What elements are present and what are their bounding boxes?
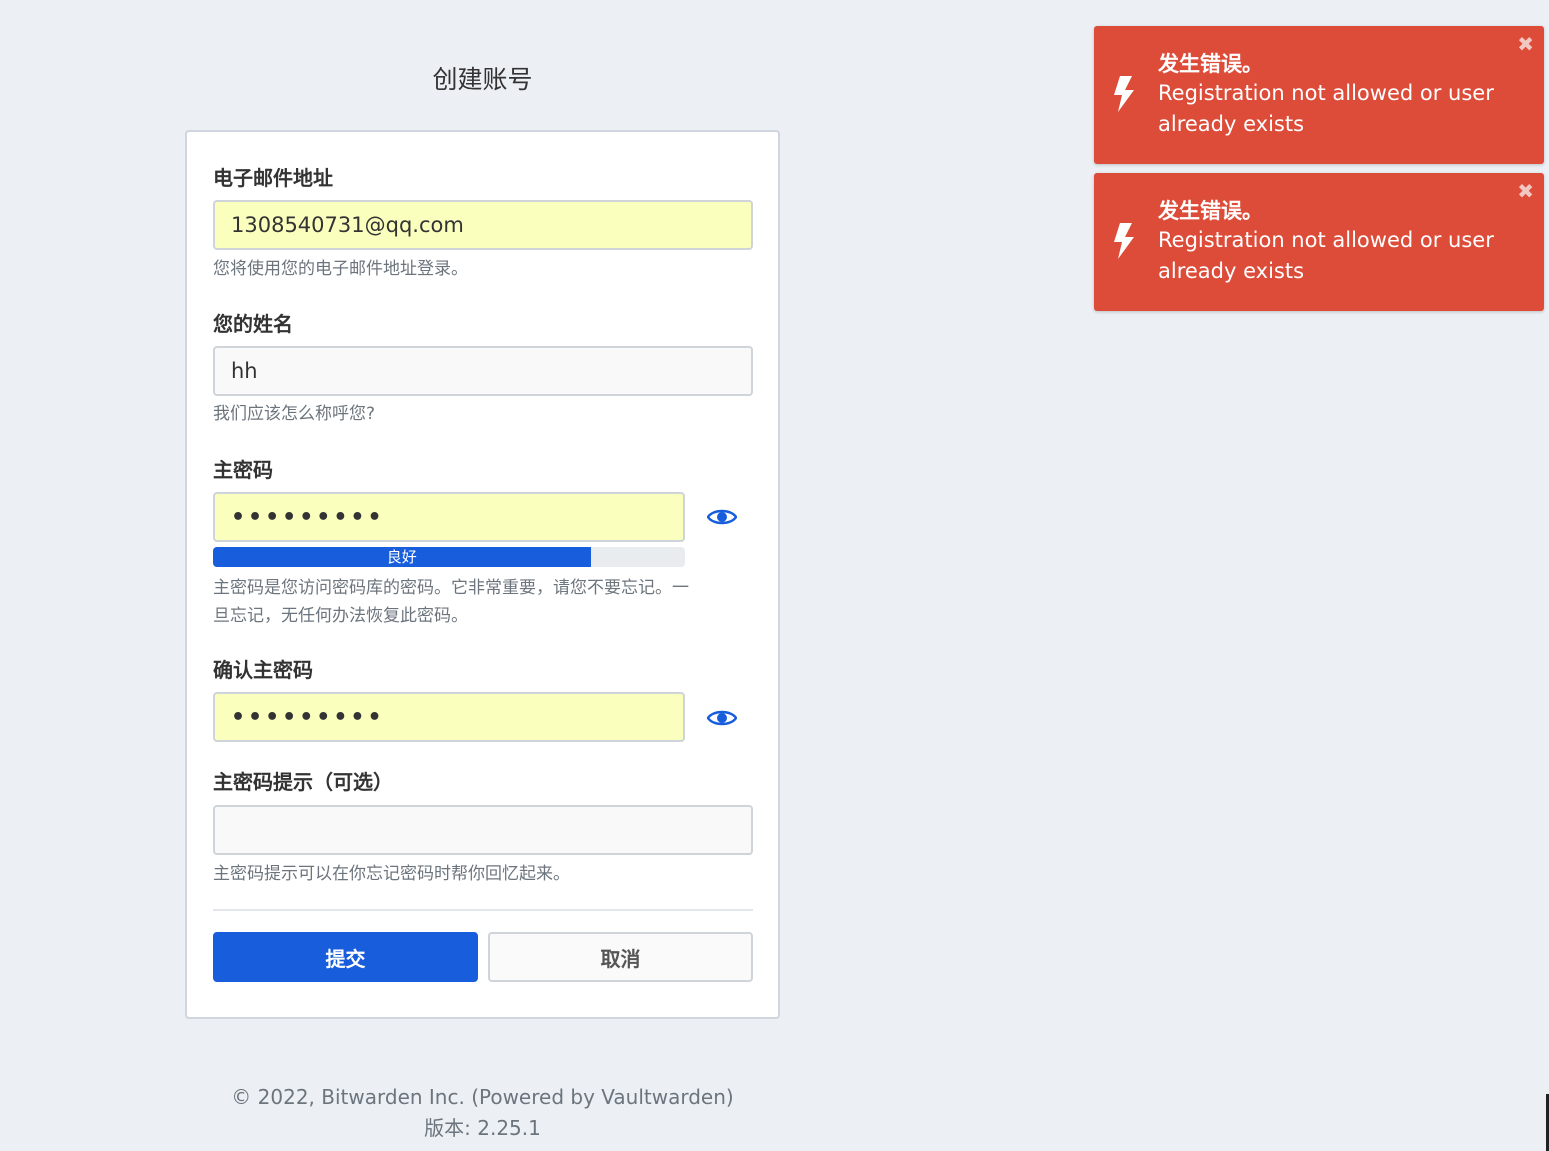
name-field[interactable]: hh bbox=[213, 346, 753, 396]
password-hint-help: 主密码提示可以在你忘记密码时帮你回忆起来。 bbox=[213, 864, 570, 884]
version-text: 版本: 2.25.1 bbox=[424, 1116, 541, 1140]
bolt-icon bbox=[1112, 74, 1136, 114]
bolt-icon bbox=[1112, 221, 1136, 261]
name-label: 您的姓名 bbox=[213, 312, 293, 336]
toast-title: 发生错误。 bbox=[1158, 199, 1263, 223]
master-password-help-line1: 主密码是您访问密码库的密码。它非常重要，请您不要忘记。一 bbox=[213, 578, 689, 598]
name-help: 我们应该怎么称呼您? bbox=[213, 404, 376, 424]
confirm-password-field[interactable]: ••••••••• bbox=[213, 692, 685, 742]
master-password-help-line2: 旦忘记，无任何办法恢复此密码。 bbox=[213, 606, 468, 626]
error-toast[interactable]: 发生错误。 Registration not allowed or user a… bbox=[1094, 173, 1544, 311]
eye-icon[interactable] bbox=[706, 706, 738, 730]
toast-message: Registration not allowed or user already… bbox=[1158, 228, 1494, 283]
eye-icon[interactable] bbox=[706, 505, 738, 529]
email-field[interactable]: 1308540731@qq.com bbox=[213, 200, 753, 250]
master-password-field[interactable]: ••••••••• bbox=[213, 492, 685, 542]
footer: © 2022, Bitwarden Inc. (Powered by Vault… bbox=[185, 1082, 780, 1144]
submit-button[interactable]: 提交 bbox=[213, 932, 478, 982]
master-password-label: 主密码 bbox=[213, 458, 273, 482]
password-strength-label: 良好 bbox=[213, 547, 591, 567]
password-strength-bar: 良好 bbox=[213, 547, 685, 567]
master-password-help: 主密码是您访问密码库的密码。它非常重要，请您不要忘记。一 旦忘记，无任何办法恢复… bbox=[213, 574, 758, 630]
password-hint-field[interactable] bbox=[213, 805, 753, 855]
form-divider bbox=[213, 909, 753, 911]
confirm-password-label: 确认主密码 bbox=[213, 658, 313, 682]
register-form: 电子邮件地址 1308540731@qq.com 您将使用您的电子邮件地址登录。… bbox=[185, 130, 780, 1019]
close-icon[interactable]: ✖ bbox=[1517, 179, 1534, 203]
email-help: 您将使用您的电子邮件地址登录。 bbox=[213, 259, 468, 279]
copyright-text: © 2022, Bitwarden Inc. (Powered by Vault… bbox=[231, 1085, 734, 1109]
toast-message: Registration not allowed or user already… bbox=[1158, 81, 1494, 136]
password-hint-label: 主密码提示（可选） bbox=[213, 770, 393, 794]
page-title: 创建账号 bbox=[432, 65, 533, 94]
email-label: 电子邮件地址 bbox=[213, 166, 333, 190]
error-toast[interactable]: 发生错误。 Registration not allowed or user a… bbox=[1094, 26, 1544, 164]
toast-title: 发生错误。 bbox=[1158, 52, 1263, 76]
close-icon[interactable]: ✖ bbox=[1517, 32, 1534, 56]
cancel-button[interactable]: 取消 bbox=[488, 932, 753, 982]
